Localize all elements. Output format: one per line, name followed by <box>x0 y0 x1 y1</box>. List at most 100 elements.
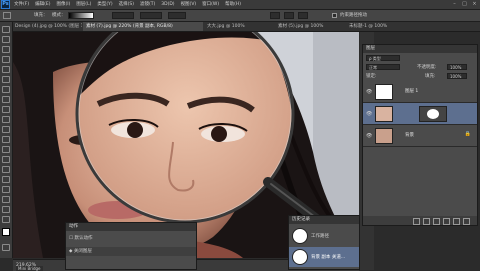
menu-bar: Ps 文件(F) 编辑(E) 图像(I) 图层(L) 类型(Y) 选择(S) 滤… <box>0 0 480 10</box>
options-bar: 填充： 模式： 约束路径拖动 <box>0 10 480 22</box>
actions-play-icon[interactable]: ◆ <box>69 249 72 254</box>
fill-label: 填充： <box>34 13 48 18</box>
gradient-tool-icon[interactable] <box>2 136 10 143</box>
menu-view[interactable]: 视图(V) <box>181 0 197 9</box>
opacity-label: 不透明度: <box>417 65 437 70</box>
menu-help[interactable]: 帮助(H) <box>225 0 241 9</box>
menu-layer[interactable]: 图层(L) <box>76 0 91 9</box>
constrain-label: 约束路径拖动 <box>340 13 367 18</box>
minimize-button[interactable]: – <box>451 1 458 7</box>
menu-window[interactable]: 窗口(W) <box>202 0 219 9</box>
marquee-tool-icon[interactable] <box>2 36 10 43</box>
history-brush-tool-icon[interactable] <box>2 116 10 123</box>
new-fill-icon[interactable] <box>443 218 450 225</box>
actions-panel: 动作 ☐ 默认动作 ◆ 关闭图层 <box>65 222 197 270</box>
eraser-tool-icon[interactable] <box>2 126 10 133</box>
constrain-checkbox[interactable] <box>332 13 337 18</box>
layers-footer <box>363 216 477 225</box>
path-align-button[interactable] <box>284 12 294 19</box>
opacity-field[interactable]: 100% <box>447 64 467 70</box>
ellipse-tool-icon[interactable] <box>2 196 10 203</box>
layer-row[interactable]: 👁 背景 🔒 <box>363 125 477 147</box>
brush-tool-icon[interactable] <box>2 96 10 103</box>
path-arrange-button[interactable] <box>298 12 308 19</box>
document-tabs: Design (4).jpg @ 100% (图层 1... 素材 (7).jp… <box>12 22 480 32</box>
quick-select-tool-icon[interactable] <box>2 56 10 63</box>
layer-row[interactable]: 👁 图层 1 <box>363 81 477 103</box>
path-op-button[interactable] <box>270 12 280 19</box>
menu-3d[interactable]: 3D(D) <box>161 0 174 9</box>
mode-label: 模式： <box>52 13 66 18</box>
layer-thumb <box>375 106 393 122</box>
quick-mask-icon[interactable] <box>2 244 10 251</box>
eye-icon[interactable]: 👁 <box>366 89 372 95</box>
history-item-label: 工作路径 <box>311 234 329 239</box>
eyedropper-tool-icon[interactable] <box>2 76 10 83</box>
actions-item-close[interactable]: 关闭图层 <box>74 249 92 254</box>
tab-doc-3[interactable]: 大大.jpg @ 100% <box>204 22 274 31</box>
stroke-dropdown[interactable] <box>140 12 162 19</box>
history-thumb <box>292 249 308 265</box>
actions-panel-title: 动作 <box>66 223 196 231</box>
layer-thumb <box>375 84 393 100</box>
lock-icon: 🔒 <box>464 131 471 137</box>
menu-image[interactable]: 图像(I) <box>56 0 70 9</box>
link-layers-icon[interactable] <box>413 218 420 225</box>
shape-dropdown[interactable] <box>112 12 134 19</box>
path-select-tool-icon[interactable] <box>2 186 10 193</box>
blend-mode-dropdown[interactable]: 正常 <box>366 64 400 70</box>
tools-panel <box>0 22 13 258</box>
lock-label: 锁定: <box>366 74 377 79</box>
lasso-tool-icon[interactable] <box>2 46 10 53</box>
menu-edit[interactable]: 编辑(E) <box>35 0 50 9</box>
zoom-tool-icon[interactable] <box>2 216 10 223</box>
eye-icon[interactable]: 👁 <box>366 133 372 139</box>
pen-tool-icon[interactable] <box>2 166 10 173</box>
history-thumb <box>292 228 308 244</box>
blur-tool-icon[interactable] <box>2 146 10 153</box>
actions-checkbox-icon[interactable]: ☐ <box>69 236 73 241</box>
layer-name: 背景 <box>405 133 414 138</box>
history-item[interactable]: 工作路径 <box>289 226 359 246</box>
history-panel-title: 历史记录 <box>289 216 359 224</box>
width-field[interactable] <box>168 12 186 19</box>
maximize-button[interactable]: □ <box>461 1 468 7</box>
menu-file[interactable]: 文件(F) <box>14 0 29 9</box>
actions-item-default[interactable]: 默认动作 <box>74 236 92 241</box>
history-item-label: 背景 副本 关道... <box>311 255 346 260</box>
add-mask-icon[interactable] <box>433 218 440 225</box>
layer-filter-dropdown[interactable]: ρ 类型 <box>366 55 400 61</box>
crop-tool-icon[interactable] <box>2 66 10 73</box>
hand-tool-icon[interactable] <box>2 206 10 213</box>
layers-panel-title: 图层 <box>363 45 477 53</box>
mini-bridge-tab[interactable]: Mini Bridge <box>16 266 43 271</box>
menu-type[interactable]: 类型(Y) <box>97 0 112 9</box>
history-item-selected[interactable]: 背景 副本 关道... <box>289 247 359 267</box>
layer-thumb <box>375 128 393 144</box>
close-button[interactable]: × <box>471 1 478 7</box>
new-layer-icon[interactable] <box>453 218 460 225</box>
layer-row-selected[interactable]: 👁 <box>363 103 477 125</box>
add-style-icon[interactable] <box>423 218 430 225</box>
menu-select[interactable]: 选择(S) <box>119 0 134 9</box>
move-tool-icon[interactable] <box>2 26 10 33</box>
gradient-swatch[interactable] <box>68 12 94 19</box>
stamp-tool-icon[interactable] <box>2 106 10 113</box>
tab-doc-4[interactable]: 素材 (5).jpg @ 100% <box>275 22 345 31</box>
fill-label: 填充: <box>425 74 436 79</box>
menu-filter[interactable]: 滤镜(T) <box>140 0 155 9</box>
type-tool-icon[interactable] <box>2 176 10 183</box>
eye-icon[interactable]: 👁 <box>366 111 372 117</box>
layers-panel: 图层 ρ 类型 正常 不透明度: 100% 锁定: 填充: 100% 👁 图层 … <box>362 44 478 226</box>
tab-doc-5[interactable]: 未标题-1 @ 100% <box>346 22 416 31</box>
foreground-color-swatch[interactable] <box>2 228 10 236</box>
trash-icon[interactable] <box>463 218 470 225</box>
tab-doc-1[interactable]: Design (4).jpg @ 100% (图层 1... <box>12 22 82 31</box>
menu-list: 文件(F) 编辑(E) 图像(I) 图层(L) 类型(Y) 选择(S) 滤镜(T… <box>14 0 241 9</box>
dodge-tool-icon[interactable] <box>2 156 10 163</box>
current-tool-icon[interactable] <box>3 12 11 19</box>
tab-doc-active[interactable]: 素材 (7).jpg @ 220% (背景 副本, RGB/8) <box>83 22 203 31</box>
healing-tool-icon[interactable] <box>2 86 10 93</box>
layer-mask-thumb <box>419 106 447 122</box>
fill-field[interactable]: 100% <box>447 73 467 79</box>
